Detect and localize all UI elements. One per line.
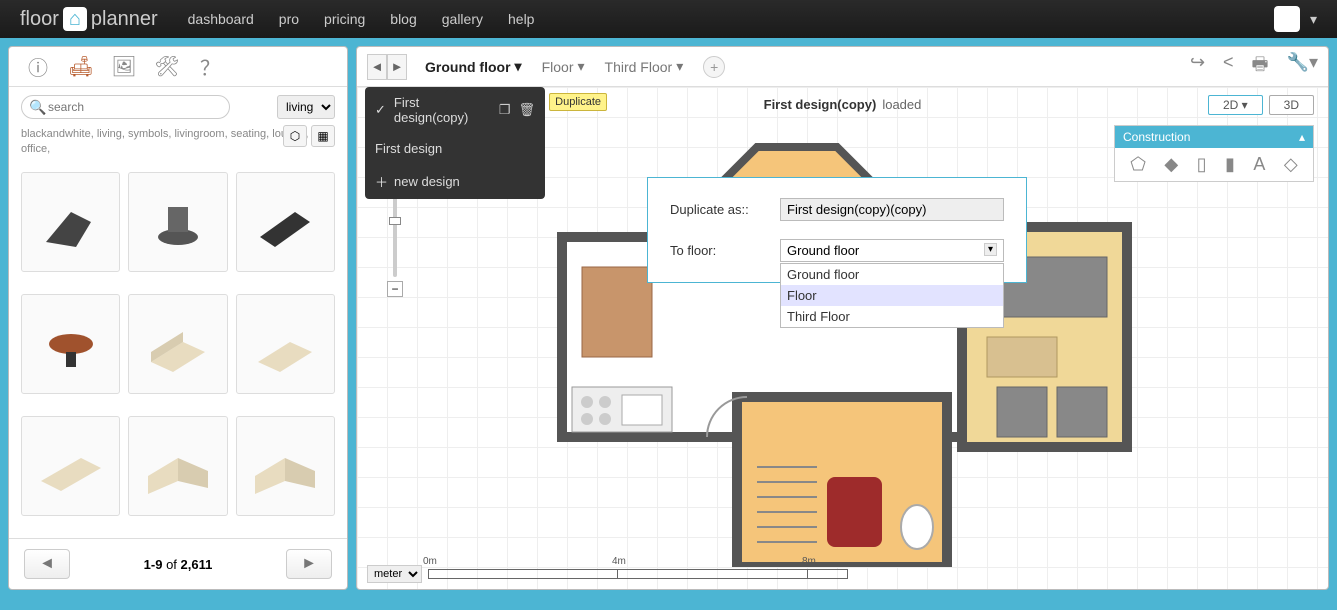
export-icon[interactable]: ↪ <box>1190 52 1205 82</box>
photos-icon[interactable]: 🖼 <box>110 53 138 81</box>
nav-help[interactable]: help <box>508 11 534 27</box>
design-menu: First design(copy) ❐ 🗑 Duplicate First d… <box>365 87 545 199</box>
tools-icon[interactable]: 🛠 <box>153 53 181 81</box>
tool-wall-icon[interactable]: ▯ <box>1197 154 1207 175</box>
design-menu-item[interactable]: First design <box>365 133 545 164</box>
to-floor-options: Ground floor Floor Third Floor <box>780 263 1004 328</box>
furniture-icon[interactable]: 🛋 <box>67 53 95 81</box>
history-fwd-button[interactable]: ► <box>387 54 407 80</box>
tool-text-icon[interactable]: A <box>1253 154 1265 175</box>
tool-door-icon[interactable]: ▮ <box>1225 154 1235 175</box>
print-icon[interactable]: 🖶 <box>1252 52 1269 82</box>
tool-room-icon[interactable]: ⬠ <box>1130 154 1146 175</box>
duplicate-as-input[interactable] <box>780 198 1004 221</box>
zoom-slider[interactable] <box>393 197 397 277</box>
design-menu-new[interactable]: ＋ new design <box>365 164 545 199</box>
view-3d-toggle[interactable]: ⬡ <box>283 125 307 147</box>
user-menu-caret[interactable]: ▾ <box>1310 11 1317 28</box>
page-next-button[interactable]: ► <box>286 549 332 579</box>
view-3d-button[interactable]: 3D <box>1269 95 1314 115</box>
furniture-item[interactable] <box>128 416 227 516</box>
nav-dashboard[interactable]: dashboard <box>188 11 254 27</box>
library-panel: ⓘ 🛋 🖼 🛠 ？ 🔍 living blackandwhite, living… <box>8 46 348 590</box>
furniture-item[interactable] <box>236 172 335 272</box>
canvas-toolbar: ◄ ► Ground floor ▾ Floor ▾ Third Floor ▾… <box>357 47 1328 87</box>
plus-icon: ＋ <box>375 172 388 191</box>
page-prev-button[interactable]: ◄ <box>24 549 70 579</box>
scale-bar: meter 0m 4m 8m <box>367 565 848 583</box>
furniture-item[interactable] <box>128 294 227 394</box>
nav-pricing[interactable]: pricing <box>324 11 365 27</box>
design-menu-item-active[interactable]: First design(copy) ❐ 🗑 Duplicate <box>365 87 545 133</box>
floor-tab-floor[interactable]: Floor ▾ <box>542 58 585 75</box>
furniture-item[interactable] <box>21 416 120 516</box>
canvas-area: ◄ ► Ground floor ▾ Floor ▾ Third Floor ▾… <box>356 46 1329 590</box>
avatar <box>1274 6 1300 32</box>
nav-blog[interactable]: blog <box>390 11 416 27</box>
history-back-button[interactable]: ◄ <box>367 54 387 80</box>
furniture-item[interactable] <box>21 172 120 272</box>
logo-icon: ⌂ <box>63 7 87 31</box>
category-select[interactable]: living <box>277 95 335 119</box>
duplicate-tooltip: Duplicate <box>549 93 607 111</box>
view-2d-toggle[interactable]: ▦ <box>311 125 335 147</box>
floor-option[interactable]: Ground floor <box>781 264 1003 285</box>
tool-dimension-icon[interactable]: ◇ <box>1284 154 1298 175</box>
user-area[interactable]: ▾ <box>1274 6 1317 32</box>
info-icon[interactable]: ⓘ <box>24 53 52 81</box>
to-floor-label: To floor: <box>670 243 780 258</box>
search-icon: 🔍 <box>29 99 46 116</box>
add-floor-button[interactable]: + <box>703 56 725 78</box>
to-floor-select[interactable]: Ground floor <box>780 239 1004 262</box>
floor-option[interactable]: Third Floor <box>781 306 1003 327</box>
floor-option[interactable]: Floor <box>781 285 1003 306</box>
unit-select[interactable]: meter <box>367 565 422 583</box>
furniture-item[interactable] <box>128 172 227 272</box>
furniture-item[interactable] <box>21 294 120 394</box>
logo[interactable]: floor ⌂ planner <box>20 7 158 31</box>
top-nav: floor ⌂ planner dashboard pro pricing bl… <box>0 0 1337 38</box>
help-icon[interactable]: ？ <box>196 53 224 81</box>
tool-surface-icon[interactable]: ◆ <box>1164 154 1178 175</box>
floor-tabs: Ground floor ▾ Floor ▾ Third Floor ▾ + <box>425 56 725 78</box>
floor-tab-third[interactable]: Third Floor ▾ <box>605 58 684 75</box>
nav-links: dashboard pro pricing blog gallery help <box>188 11 535 27</box>
duplicate-icon[interactable]: ❐ <box>499 102 511 118</box>
logo-text-2: planner <box>91 8 158 31</box>
tag-list: blackandwhite, living, symbols, livingro… <box>9 127 347 164</box>
page-info: 1-9 of 2,611 <box>144 557 213 572</box>
furniture-grid <box>9 164 347 538</box>
furniture-item[interactable] <box>236 294 335 394</box>
pager: ◄ 1-9 of 2,611 ► <box>9 538 347 589</box>
floor-tab-ground[interactable]: Ground floor ▾ <box>425 58 522 75</box>
share-icon[interactable]: < <box>1223 52 1234 82</box>
search-input[interactable] <box>21 95 230 119</box>
collapse-icon: ▴ <box>1299 130 1305 144</box>
construction-header[interactable]: Construction▴ <box>1115 126 1313 148</box>
delete-icon[interactable]: 🗑 <box>518 102 535 118</box>
construction-panel: Construction▴ ⬠ ◆ ▯ ▮ A ◇ <box>1114 125 1314 182</box>
nav-pro[interactable]: pro <box>279 11 299 27</box>
duplicate-dialog: Duplicate as:: To floor: Ground floor Gr… <box>647 177 1027 283</box>
zoom-out-button[interactable]: − <box>387 281 403 297</box>
logo-text-1: floor <box>20 8 59 31</box>
settings-icon[interactable]: 🔧▾ <box>1287 52 1318 82</box>
view-2d-button[interactable]: 2D ▾ <box>1208 95 1263 115</box>
design-title: First design(copy)loaded <box>764 97 922 112</box>
furniture-item[interactable] <box>236 416 335 516</box>
nav-gallery[interactable]: gallery <box>442 11 483 27</box>
library-toolbar: ⓘ 🛋 🖼 🛠 ？ <box>9 47 347 87</box>
duplicate-as-label: Duplicate as:: <box>670 202 780 217</box>
